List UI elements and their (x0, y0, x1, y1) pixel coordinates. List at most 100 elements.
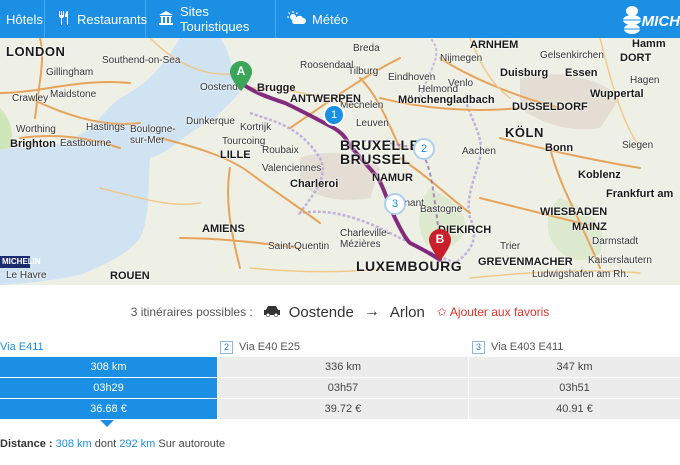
route-3-time: 03h51 (469, 378, 680, 399)
city-southend: Southend-on-Sea (102, 55, 181, 66)
city-valenciennes: Valenciennes (262, 163, 322, 174)
city-hagen: Hagen (630, 75, 660, 86)
nav-meteo[interactable]: Météo (276, 0, 356, 38)
nav-meteo-label: Météo (312, 11, 349, 27)
city-crawley: Crawley (12, 93, 49, 104)
step-3-marker[interactable]: 3 (384, 193, 406, 215)
marker-a-label: A (236, 64, 246, 78)
city-brighton: Brighton (10, 138, 56, 150)
step-1-marker[interactable]: 1 (323, 104, 345, 126)
route-1-time: 03h29 (0, 378, 217, 399)
city-amiens: AMIENS (202, 223, 245, 235)
city-bastogne: Bastogne (420, 204, 463, 215)
city-hastings: Hastings (86, 122, 125, 133)
city-nijmegen: Nijmegen (440, 53, 483, 64)
nav-restaurants[interactable]: Restaurants (45, 0, 148, 38)
city-kaiserslautern: Kaiserslautern (588, 255, 652, 266)
itinerary-summary: 3 itinéraires possibles : Oostende → Arl… (0, 300, 680, 324)
route-3-distance: 347 km (469, 357, 680, 378)
route-3-cost: 40.91 € (469, 399, 680, 420)
route-1-via: Via E411 (0, 341, 44, 353)
city-tourcoing: Tourcoing (222, 136, 266, 147)
city-ludwigshafen: Ludwigshafen am Rh. (532, 269, 629, 280)
city-gelsenkirchen: Gelsenkirchen (540, 50, 604, 61)
route-3-column[interactable]: 347 km 03h51 40.91 € (469, 357, 680, 420)
city-roubaix: Roubaix (262, 145, 299, 156)
route-1-column[interactable]: 308 km 03h29 36.68 € (0, 357, 217, 420)
distance-mid: dont (94, 438, 117, 450)
distance-tail: Sur autoroute (158, 438, 226, 450)
city-dunkerque: Dunkerque (186, 116, 235, 127)
route-2-distance: 336 km (218, 357, 468, 378)
city-moenchengladbach: Mönchengladbach (398, 94, 495, 106)
city-kortrijk: Kortrijk (240, 122, 272, 133)
route-2-tab[interactable]: 2 Via E40 E25 (220, 338, 468, 356)
distance-motorway: 292 km (119, 438, 156, 450)
city-eindhoven: Eindhoven (388, 72, 436, 83)
route-2-number: 2 (220, 340, 233, 354)
origin-name: Oostende (288, 303, 354, 321)
route-3-number: 3 (472, 340, 485, 354)
city-leuven: Leuven (356, 118, 389, 129)
nav-sites[interactable]: Sites Touristiques (146, 0, 276, 38)
city-gillingham: Gillingham (46, 67, 94, 78)
city-lille: LILLE (220, 149, 251, 161)
city-charleroi: Charleroi (290, 178, 339, 190)
city-koblenz: Koblenz (578, 169, 621, 181)
city-trier: Trier (500, 241, 521, 252)
city-dortmund: DORT (620, 52, 652, 64)
marker-a[interactable]: A (230, 61, 252, 91)
city-mainz: MAINZ (572, 221, 607, 233)
arrow-right-icon: → (363, 303, 380, 320)
route-2-via: Via E40 E25 (239, 341, 300, 353)
marker-b[interactable]: B (429, 229, 451, 261)
city-brussel: BRUSSEL (340, 151, 411, 167)
city-worthing: Worthing (16, 124, 56, 135)
city-frankfurt: Frankfurt am (606, 188, 674, 200)
city-essen: Essen (565, 67, 598, 79)
city-namur: NAMUR (372, 172, 413, 184)
car-icon (263, 305, 281, 320)
route-2-column[interactable]: 336 km 03h57 39.72 € (218, 357, 468, 420)
add-favorite-link[interactable]: ✩ Ajouter aux favoris (437, 305, 549, 319)
city-rouen: ROUEN (110, 270, 150, 282)
brand-text: MICH (641, 13, 680, 30)
nav-hotels-label: Hôtels (6, 11, 43, 27)
city-aachen: Aachen (462, 146, 496, 157)
city-wuppertal: Wuppertal (590, 88, 644, 100)
city-saintquentin: Saint-Quentin (268, 241, 330, 252)
nav-restaurants-label: Restaurants (77, 11, 148, 27)
step-2-marker[interactable]: 2 (413, 138, 435, 160)
route-3-tab[interactable]: 3 Via E403 E411 (472, 338, 680, 356)
city-maidstone: Maidstone (50, 89, 97, 100)
city-grevenmacher: GREVENMACHER (478, 256, 573, 268)
route-2-cost: 39.72 € (218, 399, 468, 420)
destination-name: Arlon (389, 303, 425, 321)
city-helmond: Helmond (418, 84, 459, 95)
route-3-via: Via E403 E411 (491, 341, 564, 353)
nav-sites-label: Sites Touristiques (180, 4, 250, 34)
route-map[interactable]: LONDON Southend-on-Sea Gillingham Crawle… (0, 38, 680, 285)
weather-icon (286, 10, 306, 28)
city-duesseldorf: DUSSELDORF (512, 101, 588, 113)
city-roosendaal: Roosendaal (300, 60, 354, 71)
route-2-time: 03h57 (218, 378, 468, 399)
city-koeln: KÖLN (505, 125, 544, 140)
michelin-logo[interactable]: MICH (620, 4, 680, 34)
top-nav-bar: Hôtels Restaurants Sites Touristiques Mé… (0, 0, 680, 38)
fork-knife-icon (57, 10, 71, 29)
city-wiesbaden: WIESBADEN (540, 206, 608, 218)
route-1-tab[interactable]: Via E411 (0, 338, 218, 356)
city-boulogne: Boulogne-sur-Mer (130, 124, 176, 146)
star-icon: ✩ (436, 305, 447, 319)
distance-total: 308 km (55, 438, 92, 450)
city-lehavre: Le Havre (6, 270, 47, 281)
bibendum-icon (623, 6, 641, 34)
add-favorite-label: Ajouter aux favoris (449, 305, 550, 319)
city-bonn: Bonn (545, 142, 574, 154)
city-eastbourne: Eastbourne (60, 138, 112, 149)
city-london: LONDON (6, 44, 66, 59)
nav-hotels[interactable]: Hôtels (0, 0, 45, 38)
city-siegen: Siegen (622, 140, 654, 151)
city-duisburg: Duisburg (500, 67, 549, 79)
